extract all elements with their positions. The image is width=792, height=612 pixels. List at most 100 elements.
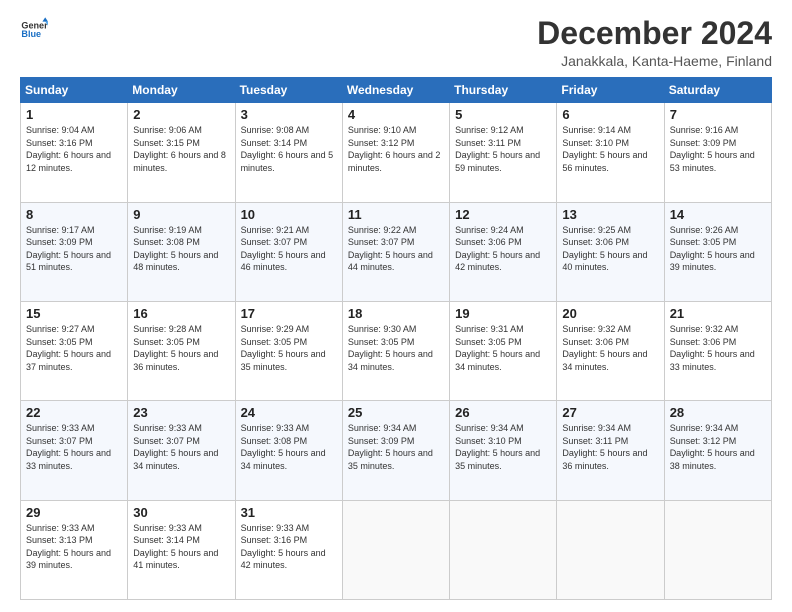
day-number: 9: [133, 207, 229, 222]
day-info: Sunrise: 9:25 AMSunset: 3:06 PMDaylight:…: [562, 224, 658, 274]
logo: General Blue: [20, 16, 48, 44]
day-number: 23: [133, 405, 229, 420]
calendar-day-cell: 26 Sunrise: 9:34 AMSunset: 3:10 PMDayligh…: [450, 401, 557, 500]
day-number: 5: [455, 107, 551, 122]
header-wednesday: Wednesday: [342, 78, 449, 103]
day-info: Sunrise: 9:32 AMSunset: 3:06 PMDaylight:…: [670, 323, 766, 373]
calendar-day-cell: 6Sunrise: 9:14 AMSunset: 3:10 PMDaylight…: [557, 103, 664, 202]
header-friday: Friday: [557, 78, 664, 103]
calendar-day-cell: 16 Sunrise: 9:28 AMSunset: 3:05 PMDayligh…: [128, 301, 235, 400]
day-info: Sunrise: 9:30 AMSunset: 3:05 PMDaylight:…: [348, 323, 444, 373]
day-info: Sunrise: 9:34 AMSunset: 3:12 PMDaylight:…: [670, 422, 766, 472]
title-block: December 2024 Janakkala, Kanta-Haeme, Fi…: [537, 16, 772, 69]
header-tuesday: Tuesday: [235, 78, 342, 103]
day-number: 13: [562, 207, 658, 222]
calendar-day-cell: 22 Sunrise: 9:33 AMSunset: 3:07 PMDayligh…: [21, 401, 128, 500]
day-info: Sunrise: 9:12 AMSunset: 3:11 PMDaylight:…: [455, 124, 551, 174]
day-number: 8: [26, 207, 122, 222]
calendar-day-cell: 20 Sunrise: 9:32 AMSunset: 3:06 PMDayligh…: [557, 301, 664, 400]
calendar-day-cell: 23Sunrise: 9:33 AMSunset: 3:07 PMDayligh…: [128, 401, 235, 500]
logo-icon: General Blue: [20, 16, 48, 44]
day-info: Sunrise: 9:33 AMSunset: 3:07 PMDaylight:…: [26, 422, 122, 472]
empty-cell: [342, 500, 449, 599]
header-saturday: Saturday: [664, 78, 771, 103]
day-info: Sunrise: 9:17 AMSunset: 3:09 PMDaylight:…: [26, 224, 122, 274]
calendar-subtitle: Janakkala, Kanta-Haeme, Finland: [537, 53, 772, 69]
day-number: 21: [670, 306, 766, 321]
day-info: Sunrise: 9:33 AMSunset: 3:14 PMDaylight:…: [133, 522, 229, 572]
calendar-day-cell: 24Sunrise: 9:33 AMSunset: 3:08 PMDayligh…: [235, 401, 342, 500]
day-number: 24: [241, 405, 337, 420]
day-number: 25: [348, 405, 444, 420]
day-number: 17: [241, 306, 337, 321]
calendar-week-row: 22 Sunrise: 9:33 AMSunset: 3:07 PMDayligh…: [21, 401, 772, 500]
day-number: 22: [26, 405, 122, 420]
day-info: Sunrise: 9:33 AMSunset: 3:16 PMDaylight:…: [241, 522, 337, 572]
day-info: Sunrise: 9:19 AMSunset: 3:08 PMDaylight:…: [133, 224, 229, 274]
day-number: 15: [26, 306, 122, 321]
calendar-day-cell: 14Sunrise: 9:26 AMSunset: 3:05 PMDayligh…: [664, 202, 771, 301]
calendar-day-cell: 5 Sunrise: 9:12 AMSunset: 3:11 PMDaylight…: [450, 103, 557, 202]
day-number: 10: [241, 207, 337, 222]
day-number: 28: [670, 405, 766, 420]
day-info: Sunrise: 9:16 AMSunset: 3:09 PMDaylight:…: [670, 124, 766, 174]
day-number: 12: [455, 207, 551, 222]
day-info: Sunrise: 9:06 AMSunset: 3:15 PMDaylight:…: [133, 124, 229, 174]
day-info: Sunrise: 9:26 AMSunset: 3:05 PMDaylight:…: [670, 224, 766, 274]
calendar-day-cell: 28 Sunrise: 9:34 AMSunset: 3:12 PMDayligh…: [664, 401, 771, 500]
day-info: Sunrise: 9:24 AMSunset: 3:06 PMDaylight:…: [455, 224, 551, 274]
calendar-title: December 2024: [537, 16, 772, 51]
day-number: 20: [562, 306, 658, 321]
day-info: Sunrise: 9:29 AMSunset: 3:05 PMDaylight:…: [241, 323, 337, 373]
calendar-day-cell: 25Sunrise: 9:34 AMSunset: 3:09 PMDayligh…: [342, 401, 449, 500]
calendar-day-cell: 3 Sunrise: 9:08 AMSunset: 3:14 PMDaylight…: [235, 103, 342, 202]
day-number: 7: [670, 107, 766, 122]
empty-cell: [664, 500, 771, 599]
day-number: 11: [348, 207, 444, 222]
calendar-day-cell: 13 Sunrise: 9:25 AMSunset: 3:06 PMDayligh…: [557, 202, 664, 301]
day-info: Sunrise: 9:34 AMSunset: 3:10 PMDaylight:…: [455, 422, 551, 472]
day-info: Sunrise: 9:14 AMSunset: 3:10 PMDaylight:…: [562, 124, 658, 174]
day-number: 29: [26, 505, 122, 520]
day-number: 2: [133, 107, 229, 122]
day-number: 30: [133, 505, 229, 520]
day-info: Sunrise: 9:32 AMSunset: 3:06 PMDaylight:…: [562, 323, 658, 373]
calendar-day-cell: 31Sunrise: 9:33 AMSunset: 3:16 PMDayligh…: [235, 500, 342, 599]
calendar-day-cell: 29Sunrise: 9:33 AMSunset: 3:13 PMDayligh…: [21, 500, 128, 599]
day-number: 16: [133, 306, 229, 321]
calendar-day-cell: 4 Sunrise: 9:10 AMSunset: 3:12 PMDaylight…: [342, 103, 449, 202]
day-number: 27: [562, 405, 658, 420]
calendar-day-cell: 7 Sunrise: 9:16 AMSunset: 3:09 PMDaylight…: [664, 103, 771, 202]
header-monday: Monday: [128, 78, 235, 103]
day-info: Sunrise: 9:34 AMSunset: 3:11 PMDaylight:…: [562, 422, 658, 472]
header-row: Sunday Monday Tuesday Wednesday Thursday…: [21, 78, 772, 103]
day-info: Sunrise: 9:10 AMSunset: 3:12 PMDaylight:…: [348, 124, 444, 174]
day-info: Sunrise: 9:22 AMSunset: 3:07 PMDaylight:…: [348, 224, 444, 274]
svg-text:Blue: Blue: [21, 29, 41, 39]
day-info: Sunrise: 9:28 AMSunset: 3:05 PMDaylight:…: [133, 323, 229, 373]
calendar-day-cell: 27 Sunrise: 9:34 AMSunset: 3:11 PMDayligh…: [557, 401, 664, 500]
calendar-day-cell: 21 Sunrise: 9:32 AMSunset: 3:06 PMDayligh…: [664, 301, 771, 400]
day-number: 3: [241, 107, 337, 122]
empty-cell: [557, 500, 664, 599]
header-sunday: Sunday: [21, 78, 128, 103]
header-thursday: Thursday: [450, 78, 557, 103]
day-number: 19: [455, 306, 551, 321]
day-number: 18: [348, 306, 444, 321]
calendar-day-cell: 9 Sunrise: 9:19 AMSunset: 3:08 PMDaylight…: [128, 202, 235, 301]
day-info: Sunrise: 9:31 AMSunset: 3:05 PMDaylight:…: [455, 323, 551, 373]
day-number: 26: [455, 405, 551, 420]
day-info: Sunrise: 9:08 AMSunset: 3:14 PMDaylight:…: [241, 124, 337, 174]
page-header: General Blue December 2024 Janakkala, Ka…: [20, 16, 772, 69]
day-info: Sunrise: 9:27 AMSunset: 3:05 PMDaylight:…: [26, 323, 122, 373]
calendar-day-cell: 8 Sunrise: 9:17 AMSunset: 3:09 PMDaylight…: [21, 202, 128, 301]
calendar-page: General Blue December 2024 Janakkala, Ka…: [0, 0, 792, 612]
calendar-day-cell: 30 Sunrise: 9:33 AMSunset: 3:14 PMDayligh…: [128, 500, 235, 599]
calendar-week-row: 29Sunrise: 9:33 AMSunset: 3:13 PMDayligh…: [21, 500, 772, 599]
calendar-day-cell: 11 Sunrise: 9:22 AMSunset: 3:07 PMDayligh…: [342, 202, 449, 301]
calendar-day-cell: 19 Sunrise: 9:31 AMSunset: 3:05 PMDayligh…: [450, 301, 557, 400]
calendar-day-cell: 10Sunrise: 9:21 AMSunset: 3:07 PMDayligh…: [235, 202, 342, 301]
day-number: 4: [348, 107, 444, 122]
calendar-week-row: 8 Sunrise: 9:17 AMSunset: 3:09 PMDaylight…: [21, 202, 772, 301]
calendar-day-cell: 18 Sunrise: 9:30 AMSunset: 3:05 PMDayligh…: [342, 301, 449, 400]
